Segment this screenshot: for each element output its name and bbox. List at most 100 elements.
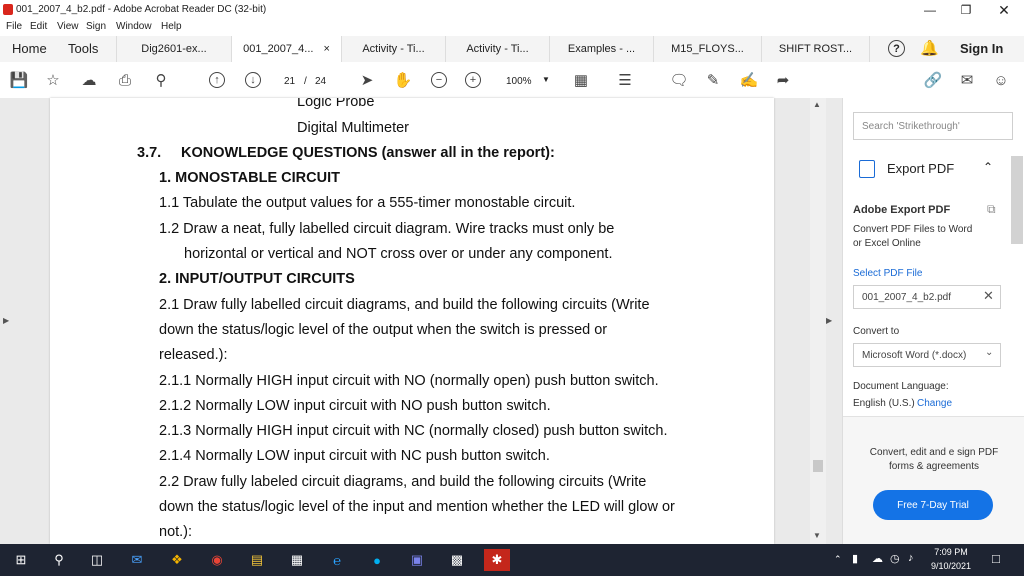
zoom-out-icon[interactable]: − [428,70,450,90]
windows-start-icon[interactable]: ⊞ [8,549,34,571]
menu-help[interactable]: Help [161,21,182,32]
tool-search-input[interactable]: Search 'Strikethrough' [853,112,1013,140]
save-icon[interactable]: 💾 [8,70,30,90]
copy-icon[interactable]: ⧉ [987,202,996,217]
search-icon[interactable]: ⚲ [46,549,72,571]
promo-text: forms & agreements [888,461,980,472]
help-icon[interactable]: ? [888,40,905,57]
clock-time[interactable]: 7:09 PM [928,547,974,557]
nav-tools[interactable]: Tools [68,41,98,56]
doc-language-label: Document Language: [853,381,949,392]
calculator-icon[interactable]: ▦ [284,549,310,571]
file-explorer-icon[interactable]: ▤ [244,549,270,571]
menu-window[interactable]: Window [116,21,152,32]
scroll-up-icon[interactable]: ▲ [813,100,821,109]
upload-cloud-icon[interactable]: ☁ [78,70,100,90]
windows-taskbar: ⊞ ⚲ ◫ ✉ ❖ ◉ ▤ ▦ ℮ ● ▣ ▩ ✱ ⌃ ▮ ☁ ◷ ♪ 7:09… [0,544,1024,576]
export-pdf-label[interactable]: Export PDF [887,161,954,176]
wifi-icon[interactable]: ◷ [890,552,900,565]
tab-document[interactable]: Examples - ... [550,36,654,62]
promo-section: Convert, edit and e sign PDF forms & agr… [843,416,1024,545]
format-select[interactable]: Microsoft Word (*.docx) [853,343,1001,367]
tab-label: Activity - Ti... [362,43,425,55]
promo-text: Convert, edit and e sign PDF [869,447,999,458]
menu-sign[interactable]: Sign [86,21,106,32]
explorer-icon[interactable]: ❖ [164,549,190,571]
task-view-icon[interactable]: ◫ [84,549,110,571]
chrome-icon[interactable]: ◉ [204,549,230,571]
format-value: Microsoft Word (*.docx) [862,349,967,361]
page-number-input[interactable]: 21 [284,76,295,87]
collapse-chevron-icon[interactable]: ⌃ [983,160,993,174]
convert-to-label: Convert to [853,326,900,337]
tab-document[interactable]: Dig2601-ex... [116,36,232,62]
tab-document[interactable]: Activity - Ti... [342,36,446,62]
section-heading: KONOWLEDGE QUESTIONS (answer all in the … [181,145,555,161]
email-icon[interactable]: ✉ [956,70,978,90]
select-file-link[interactable]: Select PDF File [853,268,922,279]
tray-chevron-icon[interactable]: ⌃ [834,554,842,565]
link-share-icon[interactable]: 🔗 [922,70,944,90]
doc-line: 2.1.1 Normally HIGH input circuit with N… [159,373,659,389]
skype-icon[interactable]: ● [364,549,390,571]
teams-icon[interactable]: ▣ [404,549,430,571]
outlook-icon[interactable]: ✉ [124,549,150,571]
nav-home[interactable]: Home [12,41,47,56]
tab-bar: Home Tools Dig2601-ex... 001_2007_4... × … [0,36,1024,63]
scrollbar-thumb[interactable] [813,460,823,472]
bookmark-star-icon[interactable]: ☆ [42,70,64,90]
left-pane-toggle-icon[interactable]: ▶ [3,316,9,325]
edge-icon[interactable]: ℮ [324,549,350,571]
highlight-pen-icon[interactable]: ✎ [702,70,724,90]
zoom-dropdown-icon[interactable]: ▼ [542,75,550,84]
zoom-level[interactable]: 100% [506,76,532,87]
doc-line: 1.2 Draw a neat, fully labelled circuit … [159,221,615,237]
tab-document[interactable]: Activity - Ti... [446,36,550,62]
acrobat-app-icon [3,4,13,15]
menu-file[interactable]: File [6,21,22,32]
close-window-button[interactable]: ✕ [986,0,1022,20]
pdf-page: Logic Probe Digital Multimeter 3.7. KONO… [50,98,774,544]
scroll-down-icon[interactable]: ▼ [813,531,821,540]
notification-bell-icon[interactable]: 🔔 [920,39,939,57]
document-scrollbar[interactable]: ▲ ▼ [810,98,826,544]
comment-icon[interactable]: 🗨 [668,70,690,90]
format-dropdown-icon[interactable]: ⌄ [985,347,993,358]
change-language-link[interactable]: Change [917,398,952,409]
clear-file-icon[interactable]: ✕ [983,288,994,304]
scroll-mode-icon[interactable]: ☰ [614,70,636,90]
volume-icon[interactable]: ♪ [908,552,914,564]
tab-document-active[interactable]: 001_2007_4... × [232,36,342,62]
print-icon[interactable]: ⎙ [114,70,136,90]
app-icon[interactable]: ▩ [444,549,470,571]
selected-file-field[interactable]: 001_2007_4_b2.pdf [853,285,1001,309]
share-icon[interactable]: ➦ [772,70,794,90]
free-trial-button[interactable]: Free 7-Day Trial [873,490,993,520]
acrobat-taskbar-icon[interactable]: ✱ [484,549,510,571]
add-user-icon[interactable]: ☺ [990,70,1012,90]
select-cursor-icon[interactable]: ➤ [356,70,378,90]
previous-page-icon[interactable]: ↑ [206,70,228,90]
restore-button[interactable]: ❐ [948,0,984,20]
fill-sign-icon[interactable]: ✍ [738,70,760,90]
network-icon[interactable]: ▮ [852,552,858,565]
sign-in-link[interactable]: Sign In [960,41,1003,56]
tab-document[interactable]: SHIFT ROST... [762,36,870,62]
cloud-icon[interactable]: ☁ [872,552,883,565]
tab-close-icon[interactable]: × [323,43,329,55]
minimize-button[interactable]: — [912,0,948,20]
notification-center-icon[interactable]: □ [992,551,1000,566]
clock-date[interactable]: 9/10/2021 [928,561,974,571]
right-pane-toggle-icon[interactable]: ▶ [826,316,832,325]
menu-view[interactable]: View [57,21,79,32]
tab-document[interactable]: M15_FLOYS... [654,36,762,62]
menu-edit[interactable]: Edit [30,21,47,32]
page-display-icon[interactable]: ▦ [570,70,592,90]
panel-scrollbar-thumb[interactable] [1011,156,1023,244]
menu-bar: File Edit View Sign Window Help [0,20,1024,36]
hand-tool-icon[interactable]: ✋ [392,70,414,90]
next-page-icon[interactable]: ↓ [242,70,264,90]
document-viewport[interactable]: ▶ Logic Probe Digital Multimeter 3.7. KO… [0,98,842,544]
zoom-in-icon[interactable]: + [462,70,484,90]
search-icon[interactable]: ⚲ [150,70,172,90]
